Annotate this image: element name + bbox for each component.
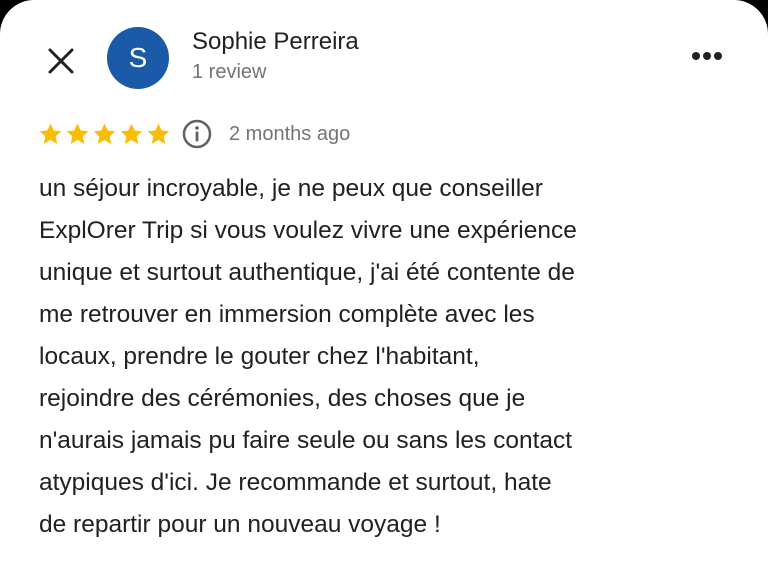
star-icon — [93, 123, 116, 144]
review-text-line: un séjour incroyable, je ne peux que con… — [39, 175, 543, 202]
close-icon — [48, 48, 74, 74]
reviewer-name[interactable]: Sophie Perreira — [192, 28, 359, 56]
star-icon — [66, 123, 89, 144]
review-text-line: ExplOrer Trip si vous voulez vivre une e… — [39, 217, 577, 244]
review-text-line: de repartir pour un nouveau voyage ! — [39, 511, 441, 538]
review-text-line: me retrouver en immersion complète avec … — [39, 301, 535, 328]
review-date: 2 months ago — [229, 122, 351, 145]
review-count: 1 review — [192, 61, 267, 83]
review-text: un séjour incroyable, je ne peux que con… — [39, 168, 739, 546]
more-options-button[interactable] — [684, 38, 730, 74]
star-icon — [120, 123, 143, 144]
review-text-line: atypiques d'ici. Je recommande et surtou… — [39, 469, 552, 496]
info-icon — [182, 119, 212, 149]
star-rating — [38, 122, 171, 147]
more-horizontal-icon — [692, 52, 722, 60]
review-text-line: locaux, prendre le gouter chez l'habitan… — [39, 343, 480, 370]
review-text-line: unique et surtout authentique, j'ai été … — [39, 259, 575, 286]
info-button[interactable] — [181, 118, 213, 150]
avatar[interactable]: S — [107, 27, 169, 89]
star-icon — [39, 123, 62, 144]
rating-row: 2 months ago — [38, 117, 350, 151]
star-icon — [147, 123, 170, 144]
close-button[interactable] — [38, 38, 84, 84]
review-card: S Sophie Perreira 1 review 2 months ago … — [0, 0, 768, 569]
review-text-line: n'aurais jamais pu faire seule ou sans l… — [39, 427, 573, 454]
review-text-line: rejoindre des cérémonies, des choses que… — [39, 385, 526, 412]
avatar-letter: S — [128, 42, 148, 73]
